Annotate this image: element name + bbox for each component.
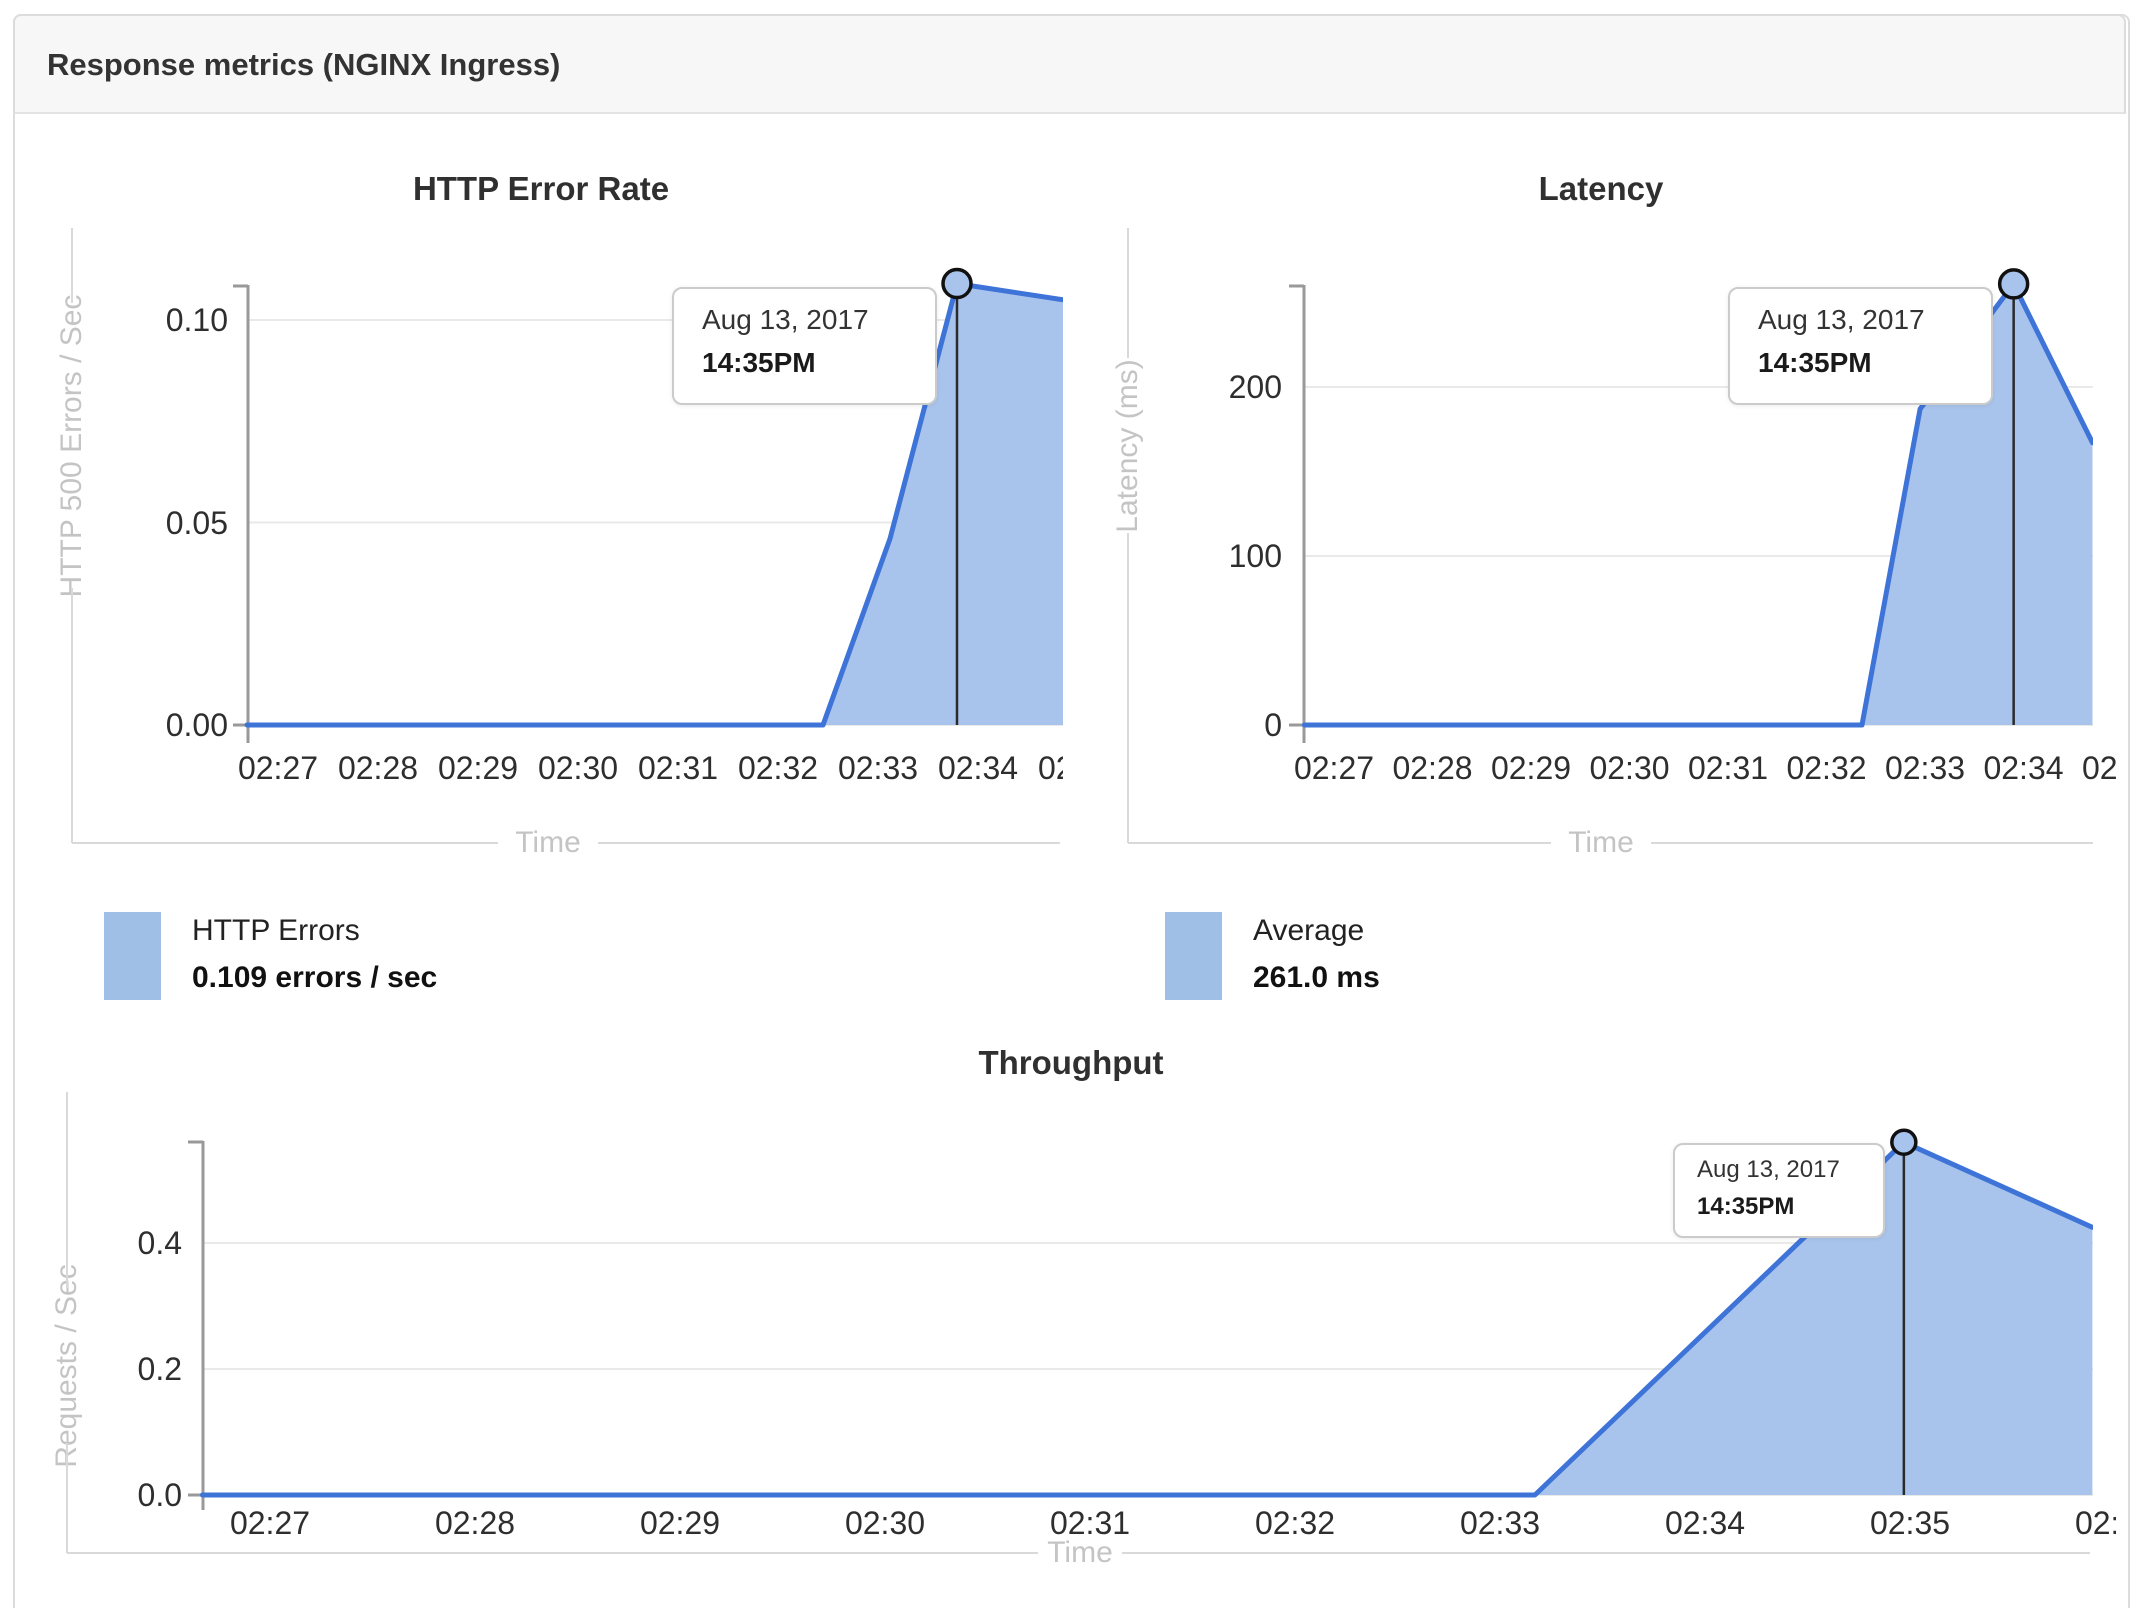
x-tick-label: 02:28 — [434, 1505, 516, 1541]
x-tick-label: 02:35 — [1869, 1505, 1951, 1541]
chart-title-throughput: Throughput — [978, 1044, 1164, 1081]
tooltip-time: 14:35PM — [1697, 1193, 1795, 1220]
y-tick-label: 0 — [1264, 707, 1282, 743]
chart-title-http-error-rate: HTTP Error Rate — [412, 170, 670, 207]
y-tick-label: 0.2 — [137, 1351, 182, 1387]
tooltip-http-error-rate: Aug 13, 2017 14:35PM — [672, 287, 937, 405]
legend-value: 0.109 errors / sec — [192, 961, 438, 994]
hover-marker — [1890, 1128, 1918, 1156]
card-header: Response metrics (NGINX Ingress) — [13, 14, 2126, 114]
x-tick-label: 02:27 — [1294, 750, 1375, 786]
chart-title-latency: Latency — [1538, 170, 1664, 207]
x-tick-label: 02:36 — [2074, 1505, 2116, 1541]
tooltip-throughput: Aug 13, 2017 14:35PM — [1673, 1143, 1885, 1238]
y-tick-label: 200 — [1228, 369, 1282, 405]
y-tick-label: 0.00 — [165, 707, 228, 743]
tooltip-time: 14:35PM — [702, 347, 816, 378]
x-axis-ticks-3: 02:27 02:28 02:29 02:30 02:31 02:32 02:33 02:34… — [195, 1499, 2116, 1549]
x-tick-label: 02:33 — [1884, 750, 1966, 786]
legend-label: HTTP Errors — [192, 914, 360, 947]
x-tick-label: 02:34 — [937, 750, 1019, 786]
legend-label: Average — [1253, 914, 1365, 947]
x-tick-label: 02:31 — [1687, 750, 1769, 786]
x-tick-label: 02:32 — [1786, 750, 1867, 786]
legend-swatch — [104, 912, 161, 1000]
x-tick-label: 02:32 — [737, 750, 819, 786]
y-tick-label: 0.05 — [165, 504, 228, 541]
x-tick-label: 02:35 — [2081, 750, 2116, 786]
tooltip-latency: Aug 13, 2017 14:35PM — [1728, 287, 1993, 405]
x-tick-label: 02:32 — [1254, 1505, 1336, 1541]
x-tick-label: 02:34 — [1664, 1505, 1746, 1541]
legend-value: 261.0 ms — [1253, 961, 1380, 994]
x-tick-label: 02:27 — [238, 750, 319, 786]
x-axis-ticks-2: 02:27 02:28 02:29 02:30 02:31 02:32 02:33 02:34… — [1294, 744, 2116, 794]
x-tick-label: 02:30 — [1589, 750, 1670, 786]
x-tick-label: 02:29 — [437, 750, 519, 786]
x-axis-ticks-1: 02:27 02:28 02:29 02:30 02:31 02:32 02:33 02:34… — [238, 744, 1063, 794]
hover-marker — [941, 267, 973, 300]
x-tick-label: 02:29 — [639, 1505, 721, 1541]
x-tick-label: 02:27 — [229, 1505, 311, 1541]
x-tick-label: 02:30 — [537, 750, 619, 786]
x-tick-label: 02:30 — [844, 1505, 926, 1541]
legend-http-errors: HTTP Errors 0.109 errors / sec — [104, 912, 437, 1000]
legend-swatch — [1165, 912, 1222, 1000]
hover-marker — [1997, 268, 2030, 300]
tooltip-date: Aug 13, 2017 — [702, 304, 869, 335]
x-tick-label: 02:33 — [1459, 1505, 1541, 1541]
x-tick-label: 02:31 — [1049, 1505, 1131, 1541]
tooltip-date: Aug 13, 2017 — [1758, 304, 1925, 335]
x-tick-label: 02:31 — [637, 750, 719, 786]
y-tick-label: 100 — [1228, 538, 1282, 574]
response-metrics-page: Response metrics (NGINX Ingress) HTTP Er… — [0, 0, 2142, 1608]
y-tick-label: 0.0 — [137, 1477, 182, 1513]
card-title: Response metrics (NGINX Ingress) — [47, 47, 561, 82]
x-tick-label: 02:28 — [337, 750, 419, 786]
x-tick-label: 02:33 — [837, 750, 919, 786]
tooltip-time: 14:35PM — [1758, 347, 1872, 378]
x-tick-label: 02:35 — [1037, 750, 1063, 786]
y-tick-label: 0.10 — [165, 302, 228, 338]
legend-average-latency: Average 261.0 ms — [1165, 912, 1380, 1000]
x-tick-label: 02:34 — [1983, 750, 2064, 786]
tooltip-date: Aug 13, 2017 — [1697, 1156, 1840, 1183]
x-tick-label: 02:28 — [1392, 750, 1473, 786]
x-tick-label: 02:29 — [1490, 750, 1572, 786]
y-tick-label: 0.4 — [137, 1225, 182, 1261]
